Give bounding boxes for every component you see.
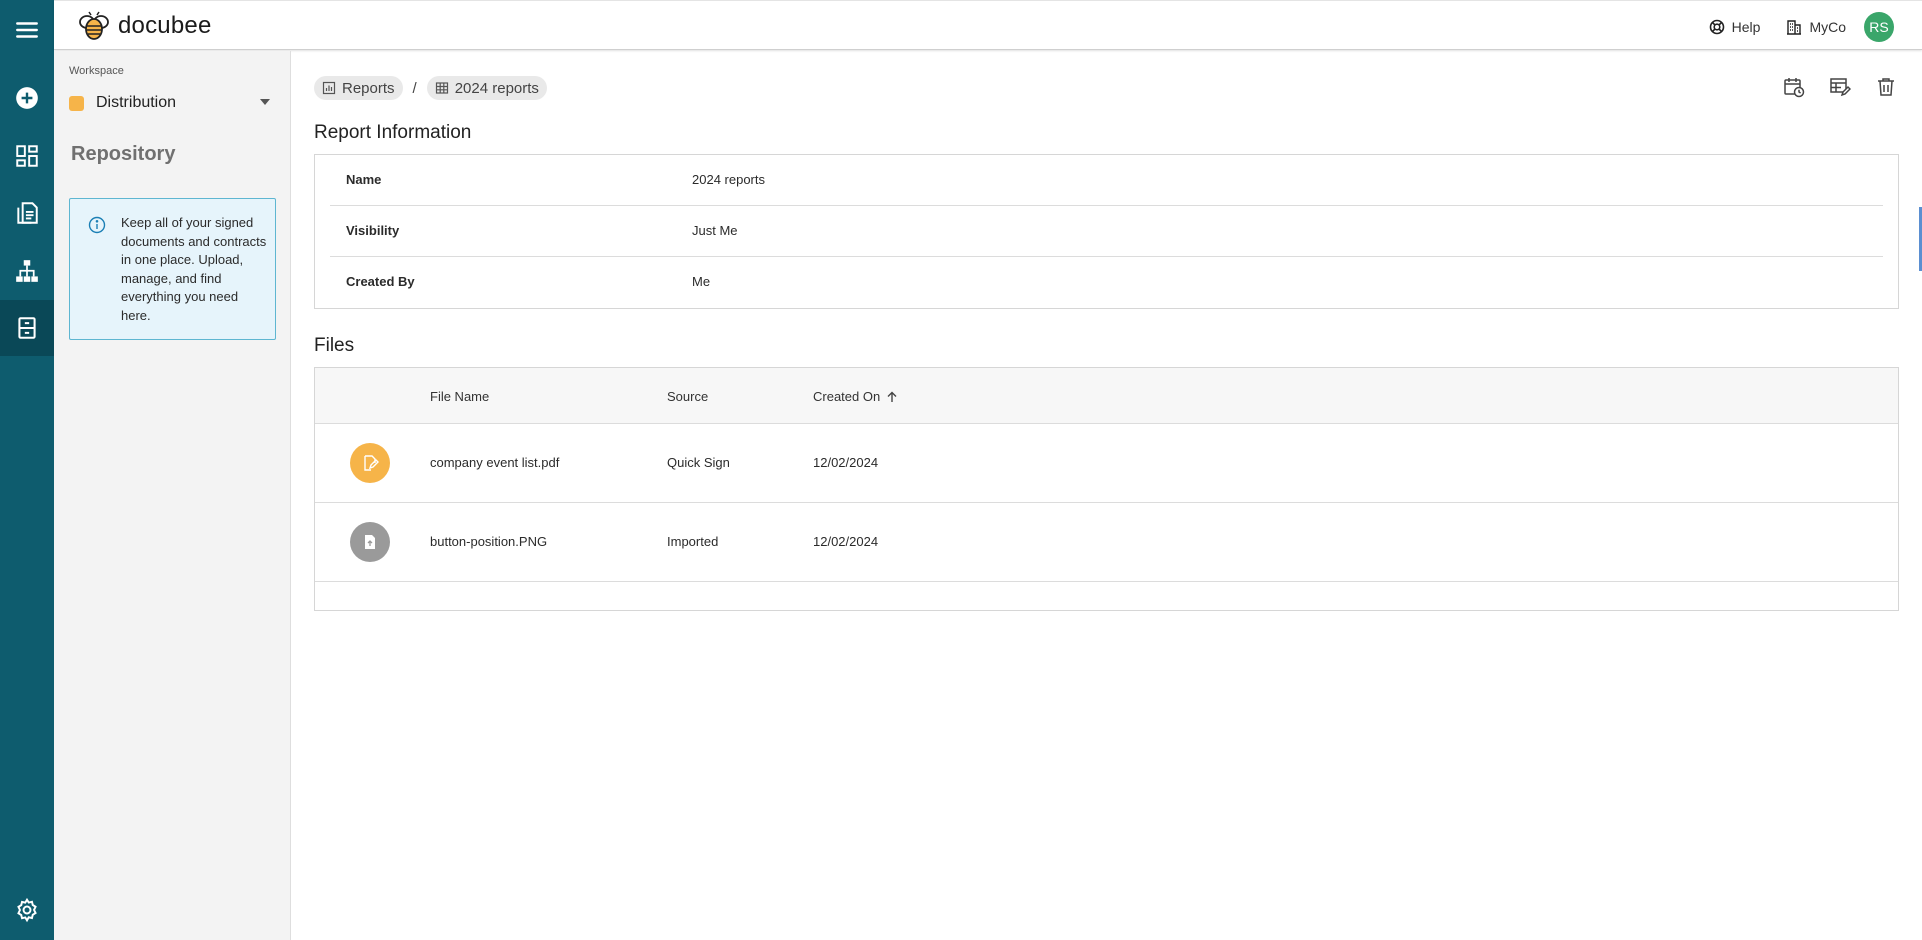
workspace-color-swatch bbox=[69, 95, 84, 111]
files-table: File Name Source Created On company even… bbox=[314, 367, 1899, 611]
column-header-created-on[interactable]: Created On bbox=[813, 389, 898, 404]
column-header-source[interactable]: Source bbox=[667, 389, 708, 404]
info-key: Name bbox=[346, 172, 382, 187]
table-row[interactable]: button-position.PNG Imported 12/02/2024 bbox=[315, 503, 1898, 582]
breadcrumb: Reports / 2024 reports bbox=[314, 76, 547, 100]
workspace-name: Distribution bbox=[96, 94, 177, 111]
info-row-created-by: Created By Me bbox=[330, 257, 1883, 308]
table-grid-icon bbox=[435, 82, 448, 94]
report-actions bbox=[1782, 75, 1898, 99]
file-source: Imported bbox=[667, 534, 719, 549]
edit-report-button[interactable] bbox=[1828, 75, 1852, 99]
info-value: Me bbox=[692, 274, 711, 289]
bee-logo-icon bbox=[79, 11, 109, 40]
repository-sidebar: Workspace Distribution Repository Keep a… bbox=[54, 51, 291, 940]
breadcrumb-current-label: 2024 reports bbox=[454, 79, 539, 97]
report-information-title: Report Information bbox=[314, 122, 472, 143]
info-callout-text: Keep all of your signed documents and co… bbox=[121, 215, 267, 323]
files-title: Files bbox=[314, 335, 355, 356]
info-key: Visibility bbox=[346, 223, 400, 238]
add-circle-icon[interactable] bbox=[0, 70, 54, 126]
workflow-icon[interactable] bbox=[0, 243, 54, 299]
file-name: button-position.PNG bbox=[430, 534, 548, 549]
report-detail: Reports / 2024 reports Report Informatio… bbox=[292, 51, 1922, 940]
breadcrumb-separator: / bbox=[412, 79, 417, 97]
file-created-on: 12/02/2024 bbox=[813, 534, 879, 549]
table-row[interactable]: company event list.pdf Quick Sign 12/02/… bbox=[315, 424, 1898, 503]
table-header: File Name Source Created On bbox=[315, 368, 1898, 424]
report-information-card: Name 2024 reports Visibility Just Me Cre… bbox=[314, 154, 1899, 309]
settings-gear-icon[interactable] bbox=[0, 882, 54, 938]
info-callout: Keep all of your signed documents and co… bbox=[69, 198, 276, 340]
lifebuoy-icon bbox=[1709, 19, 1724, 35]
repository-icon[interactable] bbox=[0, 300, 54, 356]
help-label: Help bbox=[1731, 19, 1761, 35]
user-avatar[interactable]: RS bbox=[1864, 12, 1894, 42]
info-value: Just Me bbox=[692, 223, 738, 238]
delete-report-button[interactable] bbox=[1874, 75, 1898, 99]
section-title: Repository bbox=[71, 143, 176, 165]
top-bar: docubee Help MyCo RS bbox=[54, 0, 1922, 50]
report-chart-icon bbox=[322, 81, 336, 95]
workspace-label: Workspace bbox=[69, 65, 124, 77]
org-label: MyCo bbox=[1809, 19, 1846, 35]
docubee-logo[interactable]: docubee bbox=[76, 10, 212, 42]
file-created-on: 12/02/2024 bbox=[813, 455, 879, 470]
dashboard-icon[interactable] bbox=[0, 128, 54, 184]
app-name: docubee bbox=[118, 12, 212, 39]
workspace-dropdown[interactable]: Distribution bbox=[69, 90, 275, 116]
info-icon bbox=[88, 216, 106, 234]
left-nav-rail bbox=[0, 0, 54, 940]
delete-trash-icon bbox=[1878, 78, 1894, 96]
schedule-calendar-icon bbox=[1784, 78, 1805, 98]
breadcrumb-current-report[interactable]: 2024 reports bbox=[426, 76, 547, 100]
info-key: Created By bbox=[346, 274, 415, 289]
schedule-button[interactable] bbox=[1782, 75, 1806, 99]
info-row-visibility: Visibility Just Me bbox=[330, 206, 1883, 257]
sort-ascending-arrow-icon bbox=[887, 391, 897, 402]
file-source: Quick Sign bbox=[667, 455, 730, 470]
signed-document-icon bbox=[350, 443, 390, 483]
organization-menu[interactable]: MyCo bbox=[1786, 19, 1846, 35]
help-link[interactable]: Help bbox=[1709, 19, 1761, 35]
building-icon bbox=[1787, 20, 1802, 35]
file-name: company event list.pdf bbox=[430, 455, 560, 470]
breadcrumb-reports[interactable]: Reports bbox=[314, 76, 403, 100]
info-value: 2024 reports bbox=[692, 172, 765, 187]
column-header-created-on-label: Created On bbox=[813, 389, 881, 404]
breadcrumb-reports-label: Reports bbox=[342, 79, 395, 97]
edit-report-icon bbox=[1830, 78, 1851, 97]
hamburger-menu-icon[interactable] bbox=[0, 2, 54, 58]
column-header-file-name[interactable]: File Name bbox=[430, 389, 489, 404]
info-row-name: Name 2024 reports bbox=[330, 155, 1883, 206]
chevron-down-icon bbox=[260, 99, 270, 105]
documents-icon[interactable] bbox=[0, 185, 54, 241]
imported-file-icon bbox=[350, 522, 390, 562]
